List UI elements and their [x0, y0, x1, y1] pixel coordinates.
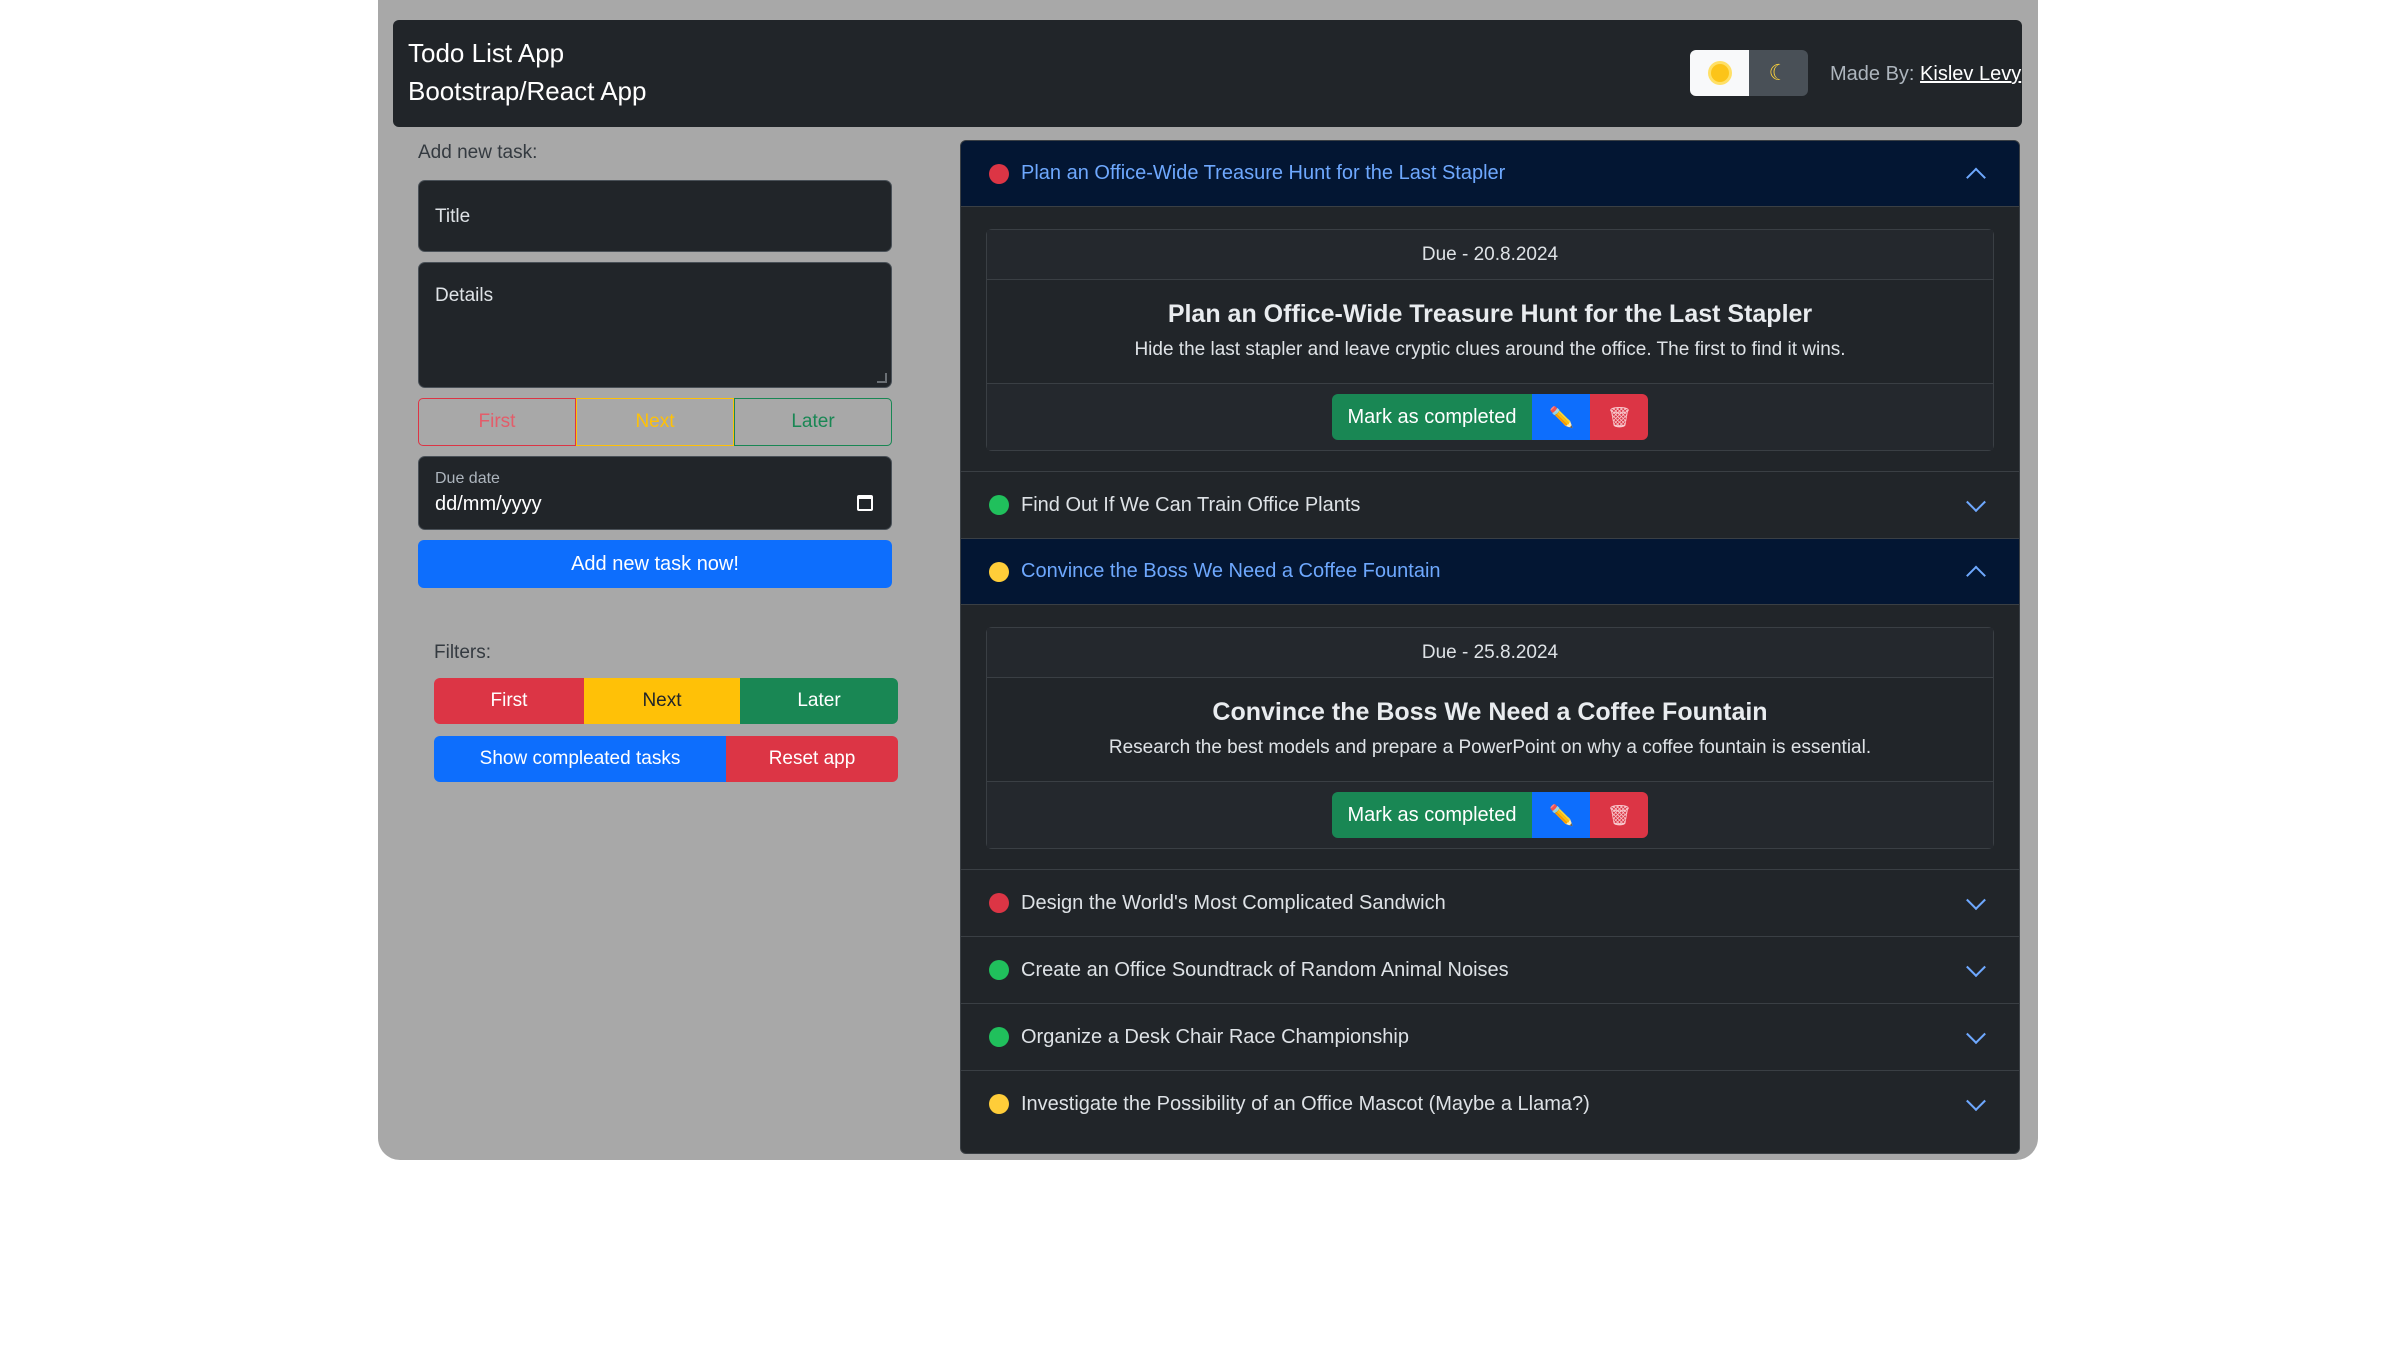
- priority-filter-group: First Next Later: [434, 678, 898, 724]
- navbar: Todo List App Bootstrap/React App ☾ Made…: [393, 20, 2022, 127]
- sun-icon: [1710, 64, 1729, 82]
- task-actions: Mark as completed ✏️ 🗑: [1331, 394, 1649, 440]
- task-item: Create an Office Soundtrack of Random An…: [961, 937, 2019, 1004]
- task-header[interactable]: Plan an Office-Wide Treasure Hunt for th…: [961, 141, 2019, 207]
- task-due-date: Due - 25.8.2024: [987, 628, 1993, 678]
- task-title: Organize a Desk Chair Race Championship: [1021, 1025, 1409, 1048]
- task-card: Due - 20.8.2024 Plan an Office-Wide Trea…: [986, 229, 1994, 451]
- task-item: Convince the Boss We Need a Coffee Fount…: [961, 539, 2019, 870]
- chevron-up-icon: [1966, 167, 1986, 187]
- dark-theme-button[interactable]: ☾: [1749, 50, 1808, 96]
- pencil-icon: ✏️: [1549, 804, 1574, 827]
- priority-dot-icon: [989, 1027, 1009, 1047]
- task-due-date: Due - 20.8.2024: [987, 230, 1993, 280]
- task-header[interactable]: Convince the Boss We Need a Coffee Fount…: [961, 539, 2019, 605]
- task-header[interactable]: Design the World's Most Complicated Sand…: [961, 870, 2019, 936]
- task-title: Create an Office Soundtrack of Random An…: [1021, 958, 1509, 981]
- task-card-footer: Mark as completed ✏️ 🗑: [987, 384, 1993, 450]
- filters-label: Filters:: [434, 642, 491, 663]
- task-details: Hide the last stapler and leave cryptic …: [1134, 339, 1846, 360]
- priority-dot-icon: [989, 893, 1009, 913]
- mark-completed-button[interactable]: Mark as completed: [1331, 792, 1533, 838]
- task-card-body: Plan an Office-Wide Treasure Hunt for th…: [987, 280, 1993, 384]
- task-card-title: Plan an Office-Wide Treasure Hunt for th…: [1167, 300, 1813, 328]
- priority-selector: First Next Later: [418, 398, 892, 446]
- task-item: Design the World's Most Complicated Sand…: [961, 870, 2019, 937]
- wastebasket-icon: 🗑: [1606, 406, 1633, 429]
- task-header[interactable]: Investigate the Possibility of an Office…: [961, 1071, 2019, 1137]
- reset-app-button[interactable]: Reset app: [726, 736, 898, 782]
- filter-next-button[interactable]: Next: [584, 678, 740, 724]
- edit-button[interactable]: ✏️: [1532, 792, 1591, 838]
- filter-later-button[interactable]: Later: [740, 678, 898, 724]
- due-date-input[interactable]: Due date dd/mm/yyyy: [418, 456, 892, 530]
- task-title: Design the World's Most Complicated Sand…: [1021, 891, 1446, 914]
- app-frame: Todo List App Bootstrap/React App ☾ Made…: [378, 0, 2038, 1160]
- wastebasket-icon: 🗑: [1606, 804, 1633, 827]
- mark-completed-button[interactable]: Mark as completed: [1331, 394, 1533, 440]
- priority-dot-icon: [989, 163, 1009, 184]
- edit-button[interactable]: ✏️: [1532, 394, 1591, 440]
- task-title: Convince the Boss We Need a Coffee Fount…: [1021, 560, 1441, 582]
- due-date-label: Due date: [435, 470, 500, 487]
- task-details: Research the best models and prepare a P…: [1108, 737, 1872, 758]
- author-link[interactable]: Kislev Levy: [1920, 63, 2021, 85]
- task-card-title: Convince the Boss We Need a Coffee Fount…: [1212, 698, 1768, 726]
- moon-icon: ☾: [1768, 60, 1789, 85]
- chevron-down-icon: [1966, 890, 1986, 911]
- task-card-body: Convince the Boss We Need a Coffee Fount…: [987, 678, 1993, 782]
- priority-later-option[interactable]: Later: [734, 398, 892, 446]
- priority-dot-icon: [989, 561, 1009, 582]
- task-item: Plan an Office-Wide Treasure Hunt for th…: [961, 141, 2019, 472]
- priority-first-option[interactable]: First: [418, 398, 576, 446]
- chevron-down-icon: [1966, 1024, 1986, 1045]
- light-theme-button[interactable]: [1690, 50, 1749, 96]
- app-actions-group: Show compleated tasks Reset app: [434, 736, 898, 782]
- add-task-button[interactable]: Add new task now!: [418, 540, 892, 588]
- task-body: Due - 25.8.2024 Convince the Boss We Nee…: [961, 605, 2019, 869]
- task-card: Due - 25.8.2024 Convince the Boss We Nee…: [986, 627, 1994, 849]
- author-credit: Made By: Kislev Levy: [1830, 60, 2021, 88]
- task-item: Organize a Desk Chair Race Championship: [961, 1004, 2019, 1071]
- priority-dot-icon: [989, 495, 1009, 515]
- task-card-footer: Mark as completed ✏️ 🗑: [987, 782, 1993, 848]
- task-header[interactable]: Find Out If We Can Train Office Plants: [961, 472, 2019, 538]
- chevron-down-icon: [1966, 492, 1986, 513]
- add-task-label: Add new task:: [418, 142, 538, 163]
- task-title: Plan an Office-Wide Treasure Hunt for th…: [1021, 162, 1506, 184]
- chevron-down-icon: [1966, 957, 1986, 978]
- task-title: Investigate the Possibility of an Office…: [1021, 1092, 1590, 1115]
- chevron-down-icon: [1966, 1091, 1986, 1112]
- details-placeholder: Details: [435, 285, 494, 306]
- app-title: Todo List App: [408, 38, 565, 68]
- task-actions: Mark as completed ✏️ 🗑: [1331, 792, 1649, 838]
- task-item: Find Out If We Can Train Office Plants: [961, 472, 2019, 539]
- resize-handle-icon[interactable]: [877, 373, 887, 383]
- priority-dot-icon: [989, 960, 1009, 980]
- task-header[interactable]: Create an Office Soundtrack of Random An…: [961, 937, 2019, 1003]
- show-completed-button[interactable]: Show compleated tasks: [434, 736, 726, 782]
- task-item: Investigate the Possibility of an Office…: [961, 1071, 2019, 1137]
- task-accordion: Plan an Office-Wide Treasure Hunt for th…: [960, 140, 2020, 1154]
- calendar-icon[interactable]: [857, 495, 873, 511]
- pencil-icon: ✏️: [1549, 406, 1574, 429]
- chevron-up-icon: [1966, 565, 1986, 585]
- filter-first-button[interactable]: First: [434, 678, 584, 724]
- details-textarea[interactable]: Details: [418, 262, 892, 388]
- priority-next-option[interactable]: Next: [576, 398, 734, 446]
- title-input[interactable]: Title: [418, 180, 892, 252]
- app-subtitle: Bootstrap/React App: [408, 76, 647, 106]
- task-title: Find Out If We Can Train Office Plants: [1021, 493, 1361, 516]
- task-header[interactable]: Organize a Desk Chair Race Championship: [961, 1004, 2019, 1070]
- due-date-value: dd/mm/yyyy: [435, 493, 542, 515]
- task-body: Due - 20.8.2024 Plan an Office-Wide Trea…: [961, 207, 2019, 471]
- delete-button[interactable]: 🗑: [1590, 792, 1649, 838]
- priority-dot-icon: [989, 1094, 1009, 1114]
- delete-button[interactable]: 🗑: [1590, 394, 1649, 440]
- credit-prefix: Made By:: [1830, 63, 1915, 85]
- theme-toggle: ☾: [1690, 50, 1808, 96]
- app-brand: Todo List App Bootstrap/React App: [408, 34, 646, 110]
